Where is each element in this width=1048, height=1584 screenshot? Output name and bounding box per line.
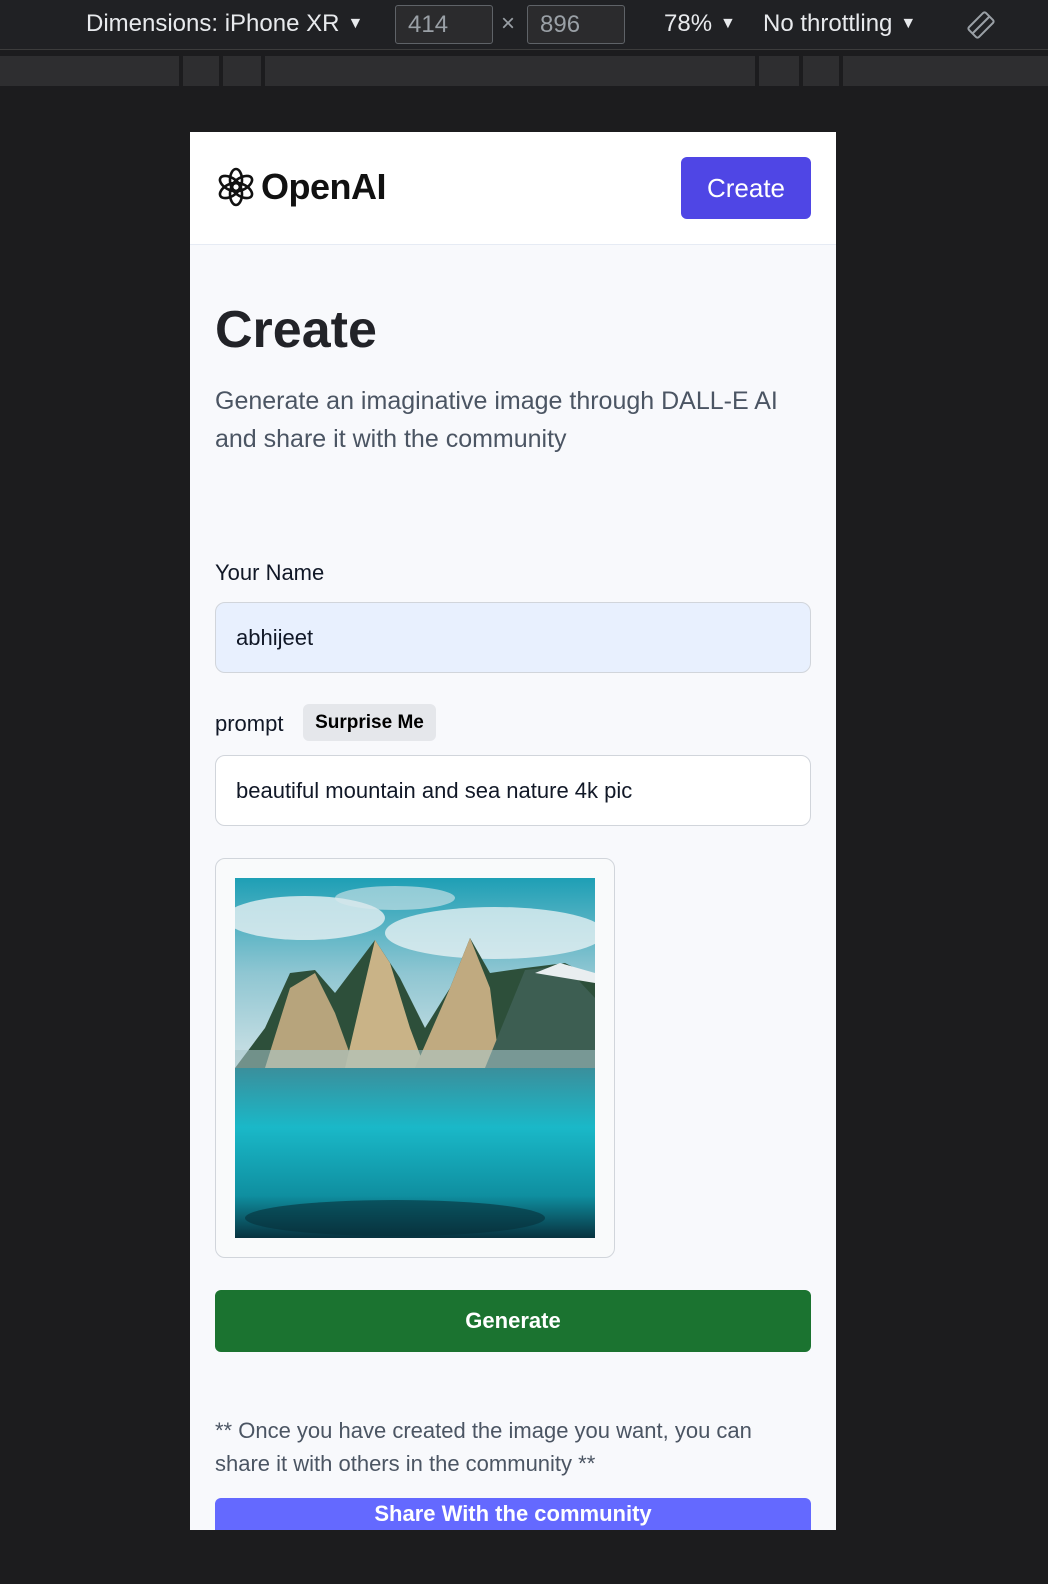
- share-note: ** Once you have created the image you w…: [215, 1418, 752, 1476]
- zoom-select[interactable]: 78% ▼: [664, 10, 736, 38]
- rotate-icon[interactable]: [966, 10, 996, 40]
- chevron-down-icon: ▼: [720, 15, 736, 32]
- dimensions-separator: ×: [501, 10, 516, 37]
- generated-image-container: [215, 858, 615, 1258]
- viewport-height-input[interactable]: [527, 5, 625, 44]
- device-dimensions-label: Dimensions: iPhone XR: [86, 10, 340, 37]
- create-nav-button[interactable]: Create: [681, 157, 811, 219]
- throttling-select[interactable]: No throttling ▼: [763, 10, 916, 38]
- page-title: Create: [215, 301, 377, 359]
- device-dimensions-select[interactable]: Dimensions: iPhone XR ▼: [86, 10, 363, 38]
- prompt-label: prompt: [215, 711, 284, 736]
- viewport-width-input[interactable]: [395, 5, 493, 44]
- chevron-down-icon: ▼: [347, 15, 364, 32]
- media-query-bar: [0, 56, 1048, 86]
- page-description: Generate an imaginative image through DA…: [215, 387, 778, 453]
- media-query-segment[interactable]: [223, 56, 265, 86]
- devtools-device-toolbar: Dimensions: iPhone XR ▼ × 78% ▼ No throttl…: [0, 0, 1048, 50]
- media-query-segment[interactable]: [0, 56, 183, 86]
- media-query-segment[interactable]: [803, 56, 843, 86]
- media-query-segment[interactable]: [759, 56, 803, 86]
- generated-image: [235, 878, 595, 1238]
- name-label: Your Name: [215, 560, 325, 585]
- logo-link[interactable]: OpenAI: [214, 165, 387, 209]
- share-community-button[interactable]: Share With the community: [215, 1498, 811, 1530]
- logo-text: OpenAI: [261, 166, 387, 207]
- throttling-label: No throttling: [763, 10, 893, 37]
- zoom-label: 78%: [664, 10, 713, 37]
- surprise-me-button[interactable]: Surprise Me: [303, 704, 436, 741]
- name-input[interactable]: [215, 602, 811, 673]
- device-viewport: OpenAI Create Create Generate an imagina…: [190, 132, 836, 1530]
- openai-logo-icon: [218, 167, 254, 207]
- media-query-segment[interactable]: [843, 56, 1048, 86]
- media-query-segment[interactable]: [265, 56, 759, 86]
- media-query-segment[interactable]: [183, 56, 223, 86]
- prompt-input[interactable]: [215, 755, 811, 826]
- site-header: OpenAI Create: [190, 132, 836, 245]
- chevron-down-icon: ▼: [900, 15, 917, 32]
- generate-button[interactable]: Generate: [215, 1290, 811, 1352]
